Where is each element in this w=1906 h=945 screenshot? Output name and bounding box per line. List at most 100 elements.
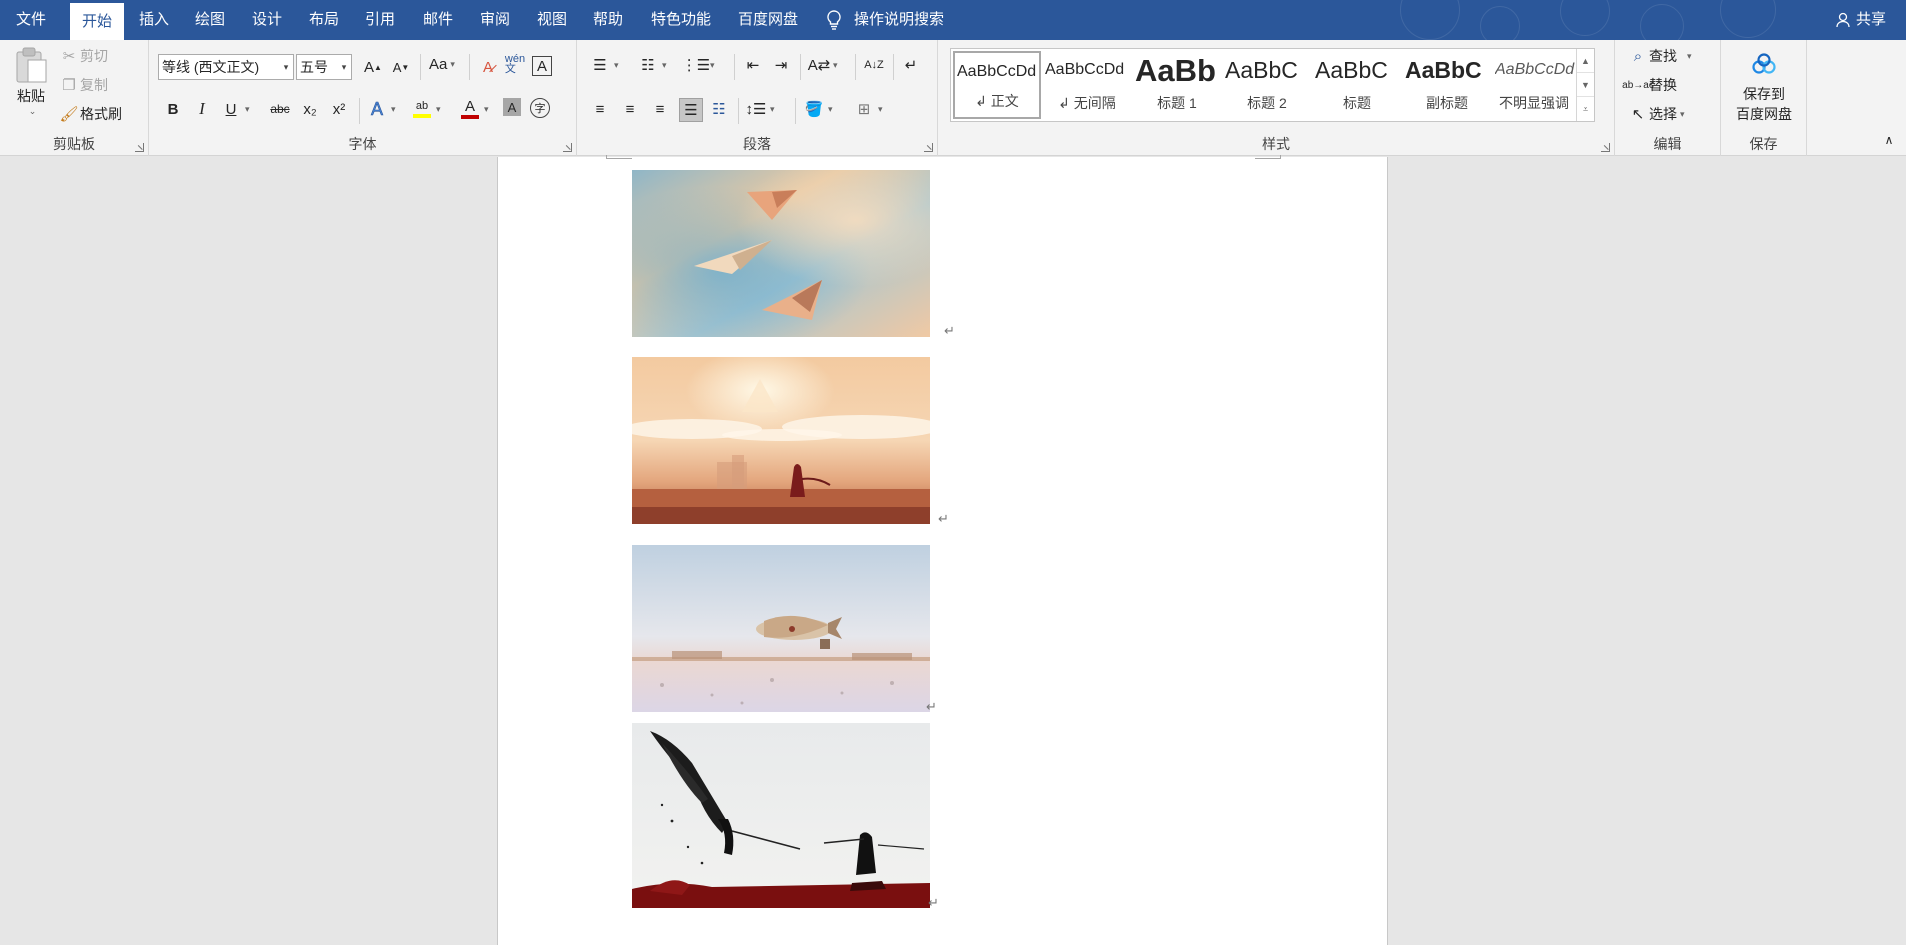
style-heading-2[interactable]: AaBbC 标题 2 <box>1223 51 1311 119</box>
clipboard-group: 粘贴 ⌄ ✂ 剪切 ❐ 复制 🖌 格式刷 剪贴板 <box>0 40 149 156</box>
style-heading-1[interactable]: AaBb 标题 1 <box>1133 51 1221 119</box>
clipboard-dialog-launcher-icon[interactable] <box>135 143 144 152</box>
line-spacing-button[interactable]: ↕☰ ▾ <box>745 98 775 120</box>
multilevel-list-button[interactable]: ⋮☰ ▾ <box>682 54 715 76</box>
tab-special-features[interactable]: 特色功能 <box>639 0 723 40</box>
borders-button[interactable]: ⊞ ▾ <box>853 98 883 120</box>
chevron-up-icon[interactable]: ▲ <box>1577 49 1594 73</box>
phonetic-guide-icon: wén 文 <box>504 53 526 75</box>
tab-review[interactable]: 审阅 <box>468 0 522 40</box>
select-button[interactable]: ↖ 选择 ▾ <box>1627 103 1685 125</box>
tab-design[interactable]: 设计 <box>240 0 294 40</box>
tab-draw[interactable]: 绘图 <box>183 0 237 40</box>
character-shading-button[interactable]: A <box>503 98 521 116</box>
chinese-layout-button[interactable]: A⇄ ▾ <box>808 54 838 76</box>
tell-me-search[interactable]: 操作说明搜索 <box>826 0 944 40</box>
font-color-button[interactable]: A ▾ <box>459 98 489 120</box>
paint-bucket-icon: 🪣 <box>804 101 824 118</box>
align-right-icon: ≡ <box>655 100 665 118</box>
font-name-combo[interactable]: 等线 (西文正文) ▾ <box>158 54 294 80</box>
paste-button[interactable]: 粘贴 ⌄ <box>10 46 52 128</box>
subscript-button[interactable]: x₂ <box>299 98 321 120</box>
chevron-down-icon[interactable]: ▼ <box>1577 73 1594 97</box>
replace-button[interactable]: ab→ac 替换 <box>1622 74 1677 96</box>
document-canvas[interactable]: ↵ ↵ ↵ ↵ <box>0 155 1906 945</box>
styles-dialog-launcher-icon[interactable] <box>1601 143 1610 152</box>
tab-help[interactable]: 帮助 <box>581 0 635 40</box>
clear-formatting-button[interactable]: A̷ <box>477 56 499 78</box>
shrink-font-button[interactable]: A ▼ <box>390 56 412 78</box>
document-page[interactable]: ↵ ↵ ↵ ↵ <box>497 155 1388 945</box>
baidu-cloud-icon <box>1752 53 1776 74</box>
more-styles-icon[interactable]: ⩡ <box>1577 97 1594 121</box>
tab-baidu-netdisk[interactable]: 百度网盘 <box>726 0 810 40</box>
enclose-characters-button[interactable]: 字 <box>530 98 550 118</box>
sort-button[interactable]: A↓Z <box>863 54 885 76</box>
clipboard-group-label: 剪贴板 <box>53 136 95 152</box>
style-subtitle[interactable]: AaBbC 副标题 <box>1403 51 1491 119</box>
style-sample: AaBbC <box>1225 57 1298 83</box>
chinese-layout-icon: A⇄ <box>807 57 831 74</box>
decorative-hex-pattern <box>1720 0 1776 38</box>
tab-layout[interactable]: 布局 <box>297 0 351 40</box>
numbering-button[interactable]: ☷ ▾ <box>637 54 666 76</box>
font-color-icon: A <box>459 98 481 120</box>
inline-image-desert-traveler[interactable] <box>632 357 930 524</box>
align-right-button[interactable]: ≡ <box>649 98 671 120</box>
text-effects-button[interactable]: A ▾ <box>366 98 396 120</box>
phonetic-guide-button[interactable]: wén 文 <box>504 53 526 75</box>
style-no-spacing[interactable]: AaBbCcDd ↲ 无间隔 <box>1043 51 1131 119</box>
style-normal[interactable]: AaBbCcDd ↲ 正文 <box>953 51 1041 119</box>
show-formatting-marks-button[interactable]: ↵ <box>900 54 922 76</box>
italic-icon: I <box>199 99 205 118</box>
bold-button[interactable]: B <box>162 98 184 120</box>
justify-button[interactable]: ☰ <box>679 98 703 122</box>
tab-mailings[interactable]: 邮件 <box>411 0 465 40</box>
align-center-button[interactable]: ≡ <box>619 98 641 120</box>
change-case-button[interactable]: Aa ▾ <box>429 56 455 73</box>
decrease-indent-button[interactable]: ⇤ <box>742 54 764 76</box>
highlight-button[interactable]: ab ▾ <box>411 98 441 120</box>
collapse-ribbon-button[interactable]: ∧ <box>1878 129 1900 151</box>
strikethrough-button[interactable]: abc <box>267 98 293 120</box>
save-line1: 保存到 <box>1743 86 1785 102</box>
cut-button[interactable]: ✂ 剪切 <box>58 45 108 67</box>
style-subtle-emphasis[interactable]: AaBbCcDd 不明显强调 <box>1493 51 1575 119</box>
lightbulb-icon <box>827 10 841 30</box>
format-painter-button[interactable]: 🖌 格式刷 <box>58 103 122 125</box>
shading-button[interactable]: 🪣 ▾ <box>803 98 833 120</box>
find-button[interactable]: ⌕ 查找 ▾ <box>1627 45 1692 67</box>
superscript-button[interactable]: x² <box>328 98 350 120</box>
font-size-combo[interactable]: 五号 ▾ <box>296 54 352 80</box>
bullets-button[interactable]: ☰ ▾ <box>589 54 618 76</box>
tab-home[interactable]: 开始 <box>70 3 125 40</box>
style-name: 标题 1 <box>1157 95 1197 111</box>
inline-image-airship-desert[interactable] <box>632 545 930 712</box>
character-border-button[interactable]: A <box>532 56 552 76</box>
underline-button[interactable]: U ▾ <box>220 98 250 120</box>
style-title[interactable]: AaBbC 标题 <box>1313 51 1401 119</box>
font-size-value: 五号 <box>300 59 328 75</box>
increase-indent-button[interactable]: ⇥ <box>770 54 792 76</box>
italic-button[interactable]: I <box>191 98 213 120</box>
align-left-button[interactable]: ≡ <box>589 98 611 120</box>
style-name: 不明显强调 <box>1499 95 1569 111</box>
tab-insert[interactable]: 插入 <box>127 0 181 40</box>
style-sample: AaBbCcDd <box>1495 61 1575 78</box>
style-name: 副标题 <box>1426 95 1468 111</box>
grow-font-button[interactable]: A ▲ <box>362 56 384 78</box>
paragraph-dialog-launcher-icon[interactable] <box>924 143 933 152</box>
tab-view[interactable]: 视图 <box>525 0 579 40</box>
divider <box>800 54 801 80</box>
save-to-baidu-button[interactable]: 保存到 百度网盘 <box>1727 44 1801 134</box>
chevron-down-icon: ▾ <box>770 103 775 114</box>
tab-file[interactable]: 文件 <box>4 0 58 40</box>
inline-image-paper-planes[interactable] <box>632 170 930 337</box>
share-button[interactable]: 共享 <box>1836 0 1886 40</box>
distributed-button[interactable]: ☷ <box>708 98 730 120</box>
copy-button[interactable]: ❐ 复制 <box>58 74 108 96</box>
style-name: ↲ 无间隔 <box>1058 95 1116 111</box>
font-dialog-launcher-icon[interactable] <box>563 143 572 152</box>
inline-image-swordsmen-duel[interactable] <box>632 723 930 908</box>
tab-references[interactable]: 引用 <box>353 0 407 40</box>
